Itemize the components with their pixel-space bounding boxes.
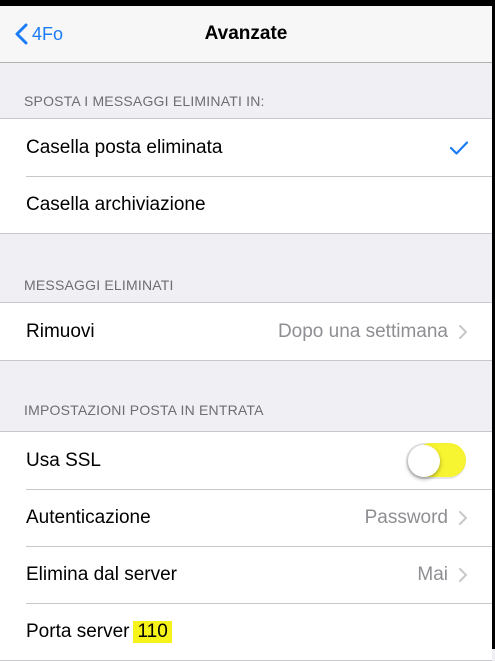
delete-from-server-value: Mai (417, 563, 448, 585)
server-port-row[interactable]: Porta server 110 (0, 603, 492, 660)
remove-value: Dopo una settimana (277, 320, 448, 342)
page-title: Avanzate (204, 23, 288, 44)
option-archive-mailbox[interactable]: Casella archiviazione (0, 176, 492, 233)
delete-from-server-row[interactable]: Elimina dal server Mai (0, 546, 492, 603)
chevron-right-icon (459, 324, 467, 339)
incoming-settings-group: Usa SSL Autenticazione Password Elimina … (0, 431, 492, 661)
authentication-label: Autenticazione (26, 506, 151, 528)
toggle-knob (408, 444, 440, 477)
checkmark-icon (450, 140, 468, 155)
delete-from-server-value-container: Mai (417, 546, 468, 603)
ssl-row: Usa SSL (0, 432, 492, 489)
authentication-row[interactable]: Autenticazione Password (0, 489, 492, 546)
remove-value-container: Dopo una settimana (278, 303, 468, 360)
option-right (450, 119, 468, 176)
server-port-value[interactable]: 110 (133, 620, 172, 643)
remove-row[interactable]: Rimuovi Dopo una settimana (0, 303, 492, 360)
ssl-toggle[interactable] (406, 442, 466, 479)
option-trash-mailbox[interactable]: Casella posta eliminata (0, 119, 492, 176)
remove-label: Rimuovi (26, 320, 95, 342)
section-header-incoming: IMPOSTAZIONI POSTA IN ENTRATA (24, 402, 264, 418)
authentication-value-container: Password (365, 489, 468, 546)
navigation-bar: 4Fo Avanzate (0, 6, 492, 63)
chevron-right-icon (459, 510, 467, 525)
ssl-toggle-container (406, 432, 466, 489)
section-header-move-deleted: SPOSTA I MESSAGGI ELIMINATI IN: (24, 93, 265, 109)
ssl-label: Usa SSL (26, 449, 101, 471)
option-label: Casella archiviazione (26, 193, 206, 215)
section-header-deleted-messages: MESSAGGI ELIMINATI (24, 277, 174, 293)
delete-from-server-label: Elimina dal server (26, 563, 177, 585)
move-deleted-group: Casella posta eliminata Casella archivia… (0, 118, 492, 234)
server-port-label: Porta server (26, 620, 130, 642)
authentication-value: Password (364, 506, 448, 528)
deleted-messages-group: Rimuovi Dopo una settimana (0, 302, 492, 361)
option-label: Casella posta eliminata (26, 136, 223, 158)
chevron-right-icon (459, 567, 467, 582)
